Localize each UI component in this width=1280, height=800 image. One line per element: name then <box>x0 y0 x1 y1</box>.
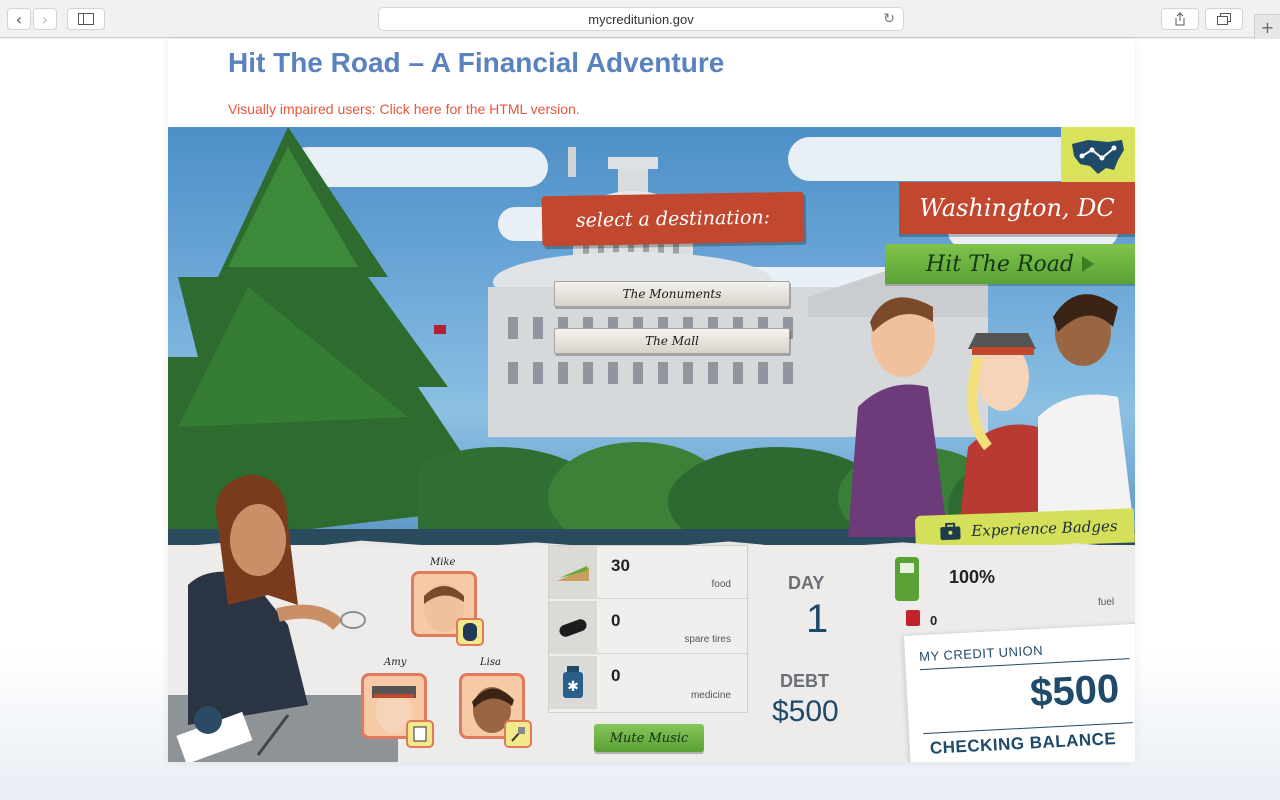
spare-tires-label: spare tires <box>684 634 731 645</box>
spare-tires-count: 0 <box>611 611 621 630</box>
medicine-label: medicine <box>690 690 731 701</box>
forward-button[interactable]: › <box>33 8 57 30</box>
checking-balance-card: MY CREDIT UNION $500 CHECKING BALANCE <box>903 622 1135 762</box>
checking-balance-label: CHECKING BALANCE <box>929 728 1117 758</box>
party-name-lisa: Lisa <box>480 657 501 668</box>
mute-music-button[interactable]: Mute Music <box>594 724 704 752</box>
fuel-percent: 100% <box>949 567 996 587</box>
game-canvas: select a destination: The Monuments The … <box>168 127 1135 762</box>
city-banner: Washington, DC <box>899 182 1135 234</box>
share-icon <box>1175 12 1185 26</box>
supply-medicine: ✱ 0 medicine <box>549 656 749 709</box>
html-version-link[interactable]: Visually impaired users: Click here for … <box>228 101 580 117</box>
sidebar-icon <box>78 13 94 25</box>
plus-icon: + <box>1260 18 1275 37</box>
hit-the-road-label: Hit The Road <box>926 251 1074 277</box>
page-title: Hit The Road – A Financial Adventure <box>228 47 725 78</box>
tabs-button[interactable] <box>1205 8 1243 30</box>
back-button[interactable]: ‹ <box>7 8 31 30</box>
address-bar[interactable]: mycreditunion.gov ↻ <box>378 7 904 31</box>
map-button[interactable] <box>1061 127 1135 185</box>
supply-food: 30 food <box>549 546 749 599</box>
select-destination-banner: select a destination: <box>541 191 805 247</box>
chevron-left-icon: ‹ <box>15 9 23 29</box>
url-text: mycreditunion.gov <box>588 11 694 27</box>
usa-map-icon <box>1072 140 1124 174</box>
debt-label: DEBT <box>780 671 829 691</box>
tabs-icon <box>1217 13 1231 25</box>
food-count: 30 <box>611 556 630 575</box>
supply-spare-tires: 0 spare tires <box>549 601 749 654</box>
party-name-amy: Amy <box>384 657 407 668</box>
spatula-icon <box>511 727 525 742</box>
reload-icon[interactable]: ↻ <box>883 11 895 27</box>
debt-value: $500 <box>772 695 839 728</box>
lisa-item-badge <box>504 720 532 748</box>
fuel-pump-icon <box>895 557 919 601</box>
day-value: 1 <box>806 597 829 641</box>
party-name-mike: Mike <box>430 557 456 568</box>
fuel-label: fuel <box>1098 597 1115 608</box>
amy-item-badge <box>406 720 434 748</box>
browser-toolbar: ‹ › mycreditunion.gov ↻ + <box>0 0 1280 40</box>
supplies-panel: 30 food 0 spare tires ✱ 0 medicine <box>548 545 749 713</box>
page-content: Hit The Road – A Financial Adventure Vis… <box>168 39 1135 762</box>
svg-text:✱: ✱ <box>567 679 579 695</box>
tire-icon <box>463 623 477 641</box>
day-label: DAY <box>788 573 825 593</box>
tire-icon <box>549 601 597 654</box>
sandwich-icon <box>549 546 597 599</box>
medicine-count: 0 <box>611 666 621 685</box>
notepad-icon <box>413 726 427 742</box>
mike-item-tire <box>456 618 484 646</box>
destination-mall-button[interactable]: The Mall <box>554 328 790 354</box>
play-arrow-icon <box>1081 256 1094 272</box>
new-tab-button[interactable]: + <box>1254 14 1280 40</box>
gas-can-count: 0 <box>930 613 938 628</box>
medicine-bottle-icon: ✱ <box>549 656 597 709</box>
chevron-right-icon: › <box>41 9 49 29</box>
checking-balance-amount: $500 <box>1029 666 1121 716</box>
experience-badges-label: Experience Badges <box>971 516 1118 541</box>
destination-monuments-button[interactable]: The Monuments <box>554 281 790 307</box>
credit-union-name: MY CREDIT UNION <box>918 642 1044 665</box>
gas-can-icon <box>906 610 920 626</box>
sidebar-button[interactable] <box>67 8 105 30</box>
briefcase-icon <box>940 522 961 541</box>
food-label: food <box>711 579 731 590</box>
traveler-characters <box>848 294 1135 537</box>
share-button[interactable] <box>1161 8 1199 30</box>
